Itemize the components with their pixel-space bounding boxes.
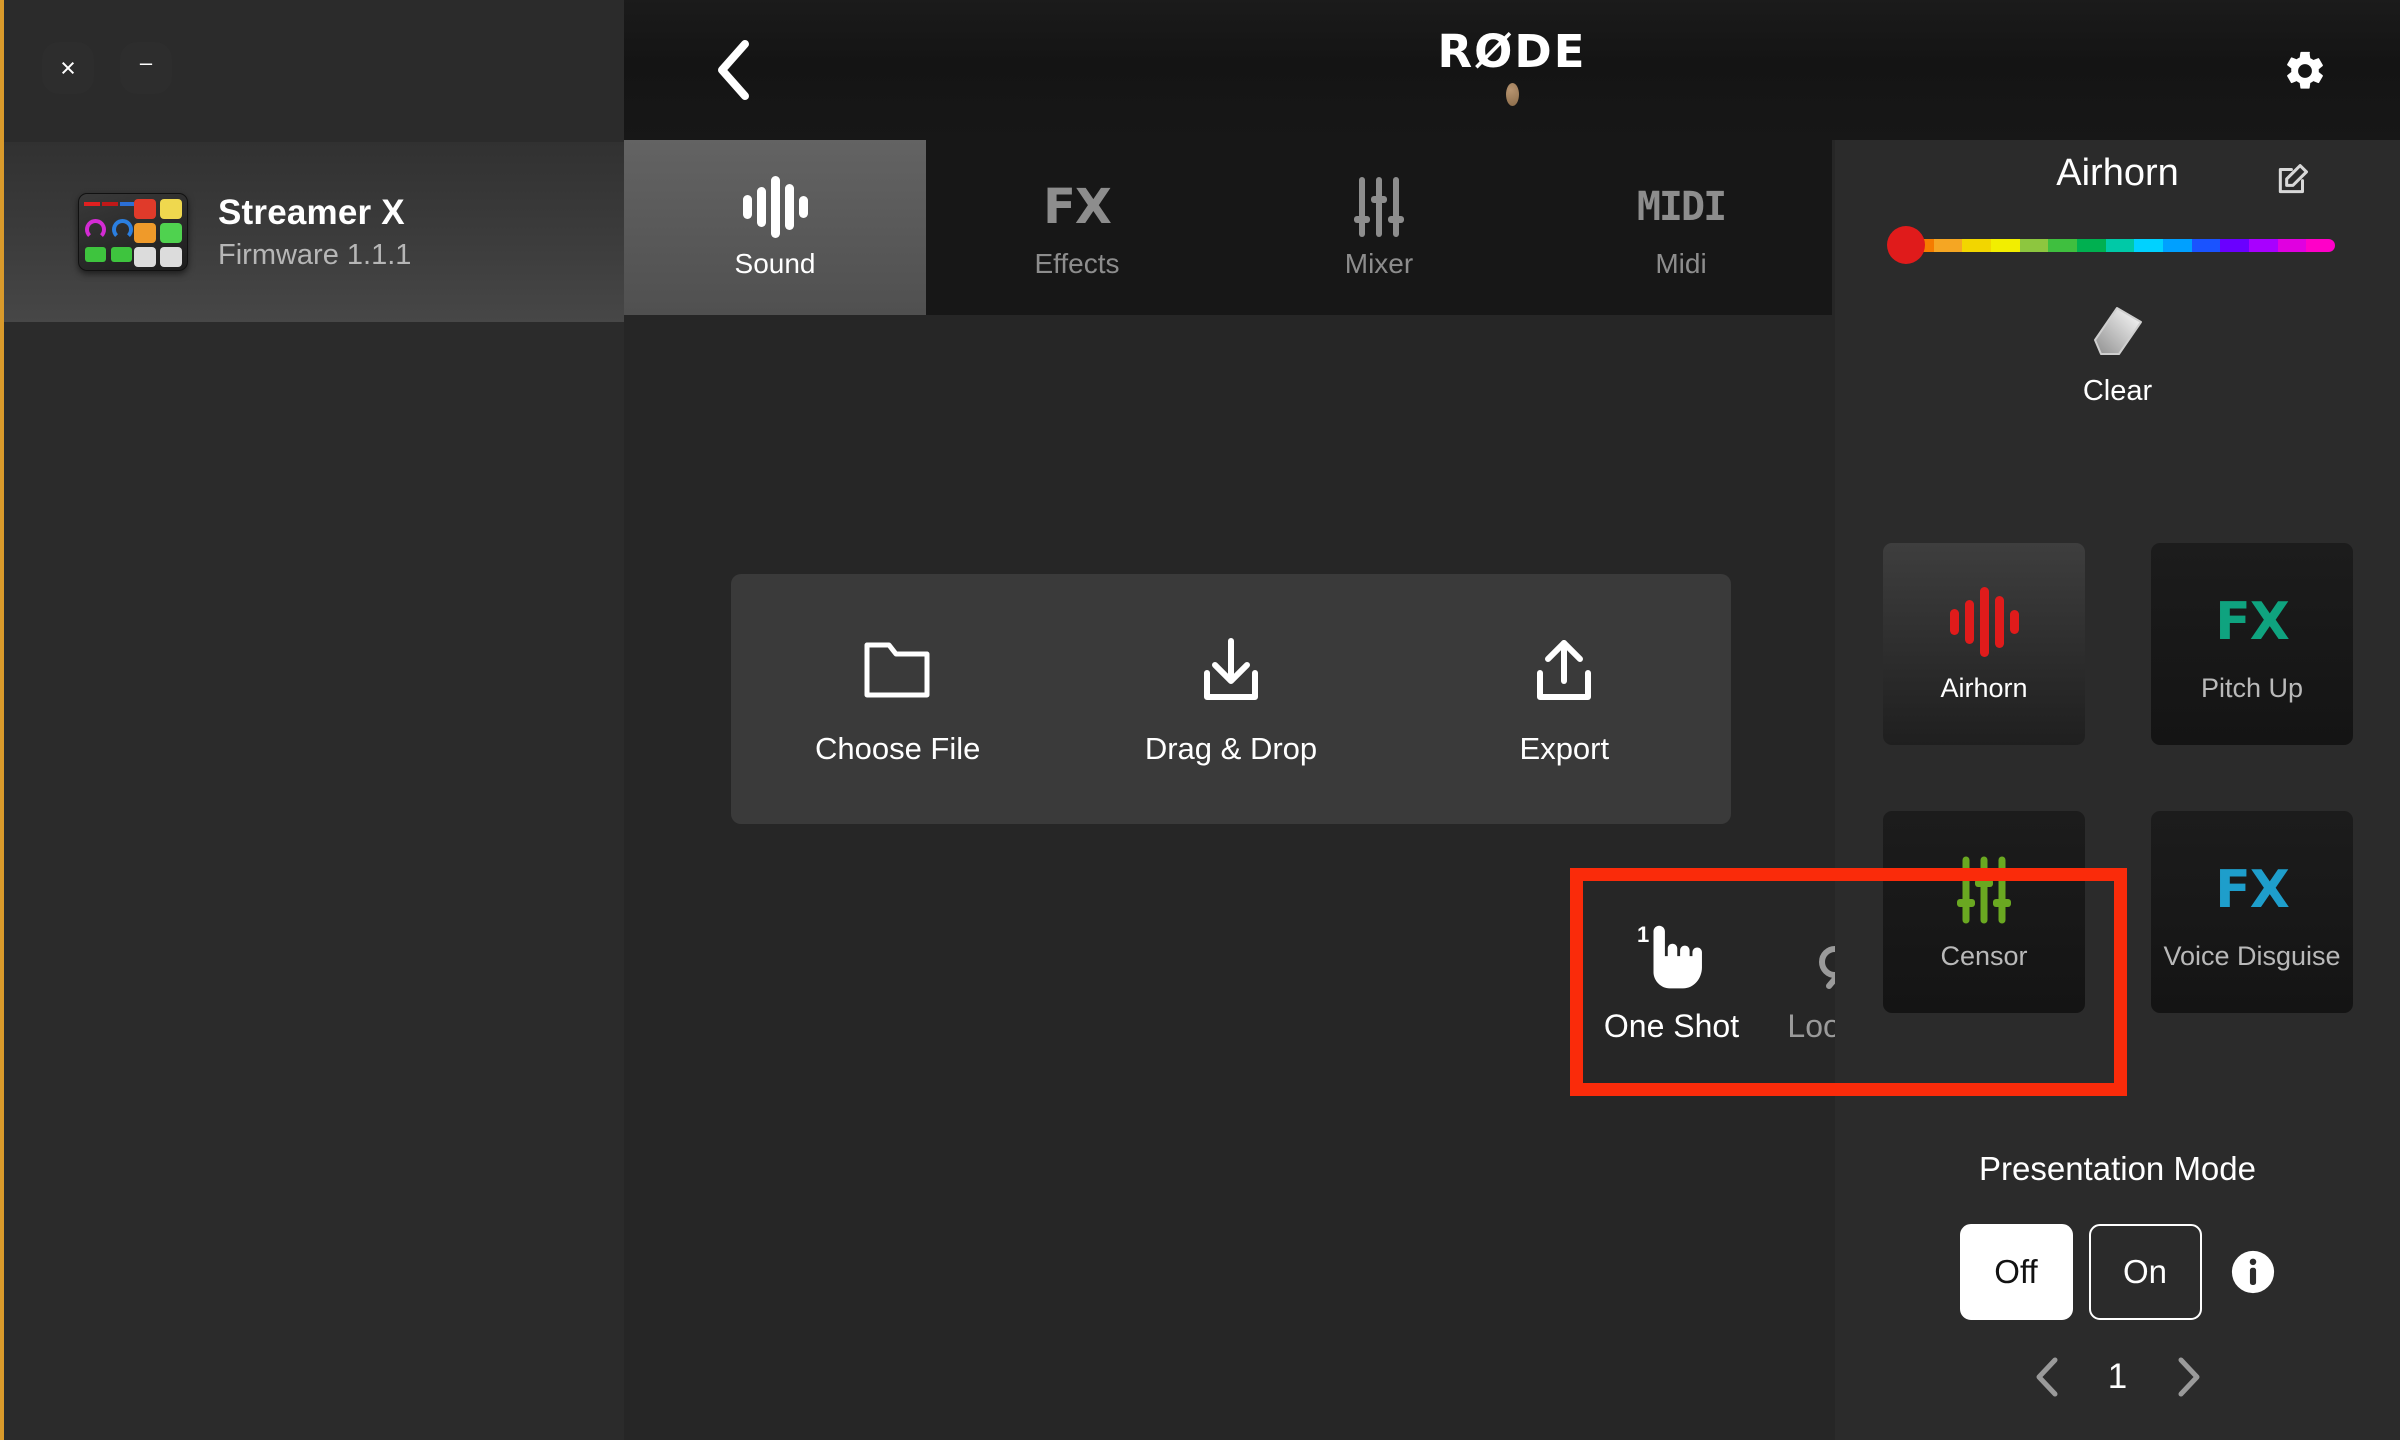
pad-voice-disguise-label: Voice Disguise (2163, 940, 2341, 971)
sliders-icon (1351, 176, 1407, 238)
tab-midi[interactable]: MIDI Midi (1530, 140, 1832, 315)
tab-sound[interactable]: Sound (624, 140, 926, 315)
tab-effects[interactable]: FX Effects (926, 140, 1228, 315)
upload-arrow-icon (1530, 631, 1598, 709)
right-panel: Airhorn Clear Airhorn FX Pitch Up Censor… (1835, 0, 2400, 1440)
fx-icon: FX (2215, 591, 2290, 652)
color-slider-knob[interactable] (1887, 226, 1925, 264)
chevron-left-icon[interactable] (2033, 1356, 2063, 1398)
info-icon[interactable] (2230, 1249, 2276, 1295)
pad-pitch-up-label: Pitch Up (2200, 672, 2304, 703)
tab-bar: Sound FX Effects Mixer MIDI Midi (624, 140, 1835, 315)
page-title: Airhorn (2056, 152, 2179, 194)
presentation-mode-off-button[interactable]: Off (1959, 1224, 2073, 1320)
pad-voice-disguise[interactable]: FX Voice Disguise (2151, 811, 2353, 1013)
choose-file-label: Choose File (814, 731, 981, 766)
one-shot-label: One Shot (1603, 1007, 1740, 1044)
window-controls: × – (42, 42, 172, 94)
pad-airhorn[interactable]: Airhorn (1883, 543, 2085, 745)
presentation-mode-section: Presentation Mode Off On (1835, 1150, 2400, 1320)
brand-dot-icon (1505, 83, 1519, 106)
app-root: × – Streamer X Firmware 1.1.1 RØDE Sound… (0, 0, 2400, 1440)
tab-effects-label: Effects (1034, 247, 1120, 279)
close-button[interactable]: × (42, 42, 94, 94)
midi-icon: MIDI (1636, 183, 1727, 230)
one-shot-button[interactable]: 1 One Shot (1583, 920, 1760, 1045)
file-actions-panel: Choose File Drag & Drop Export (731, 574, 1731, 824)
eraser-icon (2087, 300, 2149, 363)
waveform-icon (742, 175, 808, 238)
download-arrow-icon (1197, 631, 1265, 709)
page-number: 1 (2107, 1357, 2128, 1396)
sound-title-row: Airhorn (1835, 152, 2400, 195)
brand-text: RØDE (1437, 25, 1587, 78)
svg-text:1: 1 (1637, 922, 1649, 947)
clear-button[interactable]: Clear (1835, 300, 2400, 408)
fx-icon: FX (2215, 859, 2290, 920)
pad-color-slider[interactable] (1887, 226, 2339, 264)
tab-sound-label: Sound (734, 247, 816, 279)
color-slider-track[interactable] (1905, 239, 2335, 252)
presentation-mode-toggle: Off On (1835, 1224, 2400, 1320)
tab-mixer[interactable]: Mixer (1228, 140, 1530, 315)
pad-censor[interactable]: Censor (1883, 811, 2085, 1013)
drag-and-drop-target[interactable]: Drag & Drop (1064, 631, 1397, 767)
device-meta: Streamer X Firmware 1.1.1 (218, 193, 411, 272)
pad-pitch-up[interactable]: FX Pitch Up (2151, 543, 2353, 745)
device-firmware: Firmware 1.1.1 (218, 238, 412, 271)
folder-icon (862, 631, 934, 709)
presentation-mode-on-button[interactable]: On (2088, 1224, 2202, 1320)
presentation-mode-title: Presentation Mode (1978, 1150, 2256, 1187)
fx-icon: FX (1043, 178, 1112, 235)
main-content: RØDE Sound FX Effects Mixer MIDI Midi Ch… (624, 0, 2400, 1440)
tab-midi-label: Midi (1655, 247, 1707, 279)
sidebar: × – Streamer X Firmware 1.1.1 (0, 0, 624, 1440)
chevron-right-icon[interactable] (2173, 1356, 2203, 1398)
drag-and-drop-label: Drag & Drop (1144, 731, 1318, 766)
waveform-icon (1949, 585, 2019, 659)
pad-page-pager: 1 (1835, 1356, 2400, 1398)
sidebar-item-device-streamer-x[interactable]: Streamer X Firmware 1.1.1 (4, 142, 624, 322)
export-button[interactable]: Export (1398, 631, 1731, 767)
minimize-button[interactable]: – (120, 42, 172, 94)
device-name: Streamer X (218, 192, 405, 232)
top-bar: RØDE (624, 0, 2400, 140)
sliders-icon (1953, 853, 2015, 927)
pad-grid: Airhorn FX Pitch Up Censor FX Voice Disg… (1883, 543, 2353, 1013)
pointing-hand-one-icon: 1 (1631, 920, 1713, 992)
pad-airhorn-label: Airhorn (1940, 672, 2028, 703)
tab-mixer-label: Mixer (1344, 247, 1414, 279)
clear-label: Clear (2082, 375, 2153, 407)
edit-pencil-icon[interactable] (2274, 160, 2312, 198)
choose-file-button[interactable]: Choose File (731, 631, 1064, 767)
streamer-x-device-icon (78, 193, 188, 271)
pad-censor-label: Censor (1940, 940, 2028, 971)
gear-icon[interactable] (2282, 48, 2328, 94)
export-label: Export (1519, 731, 1610, 766)
brand-logo: RØDE (624, 25, 2400, 106)
